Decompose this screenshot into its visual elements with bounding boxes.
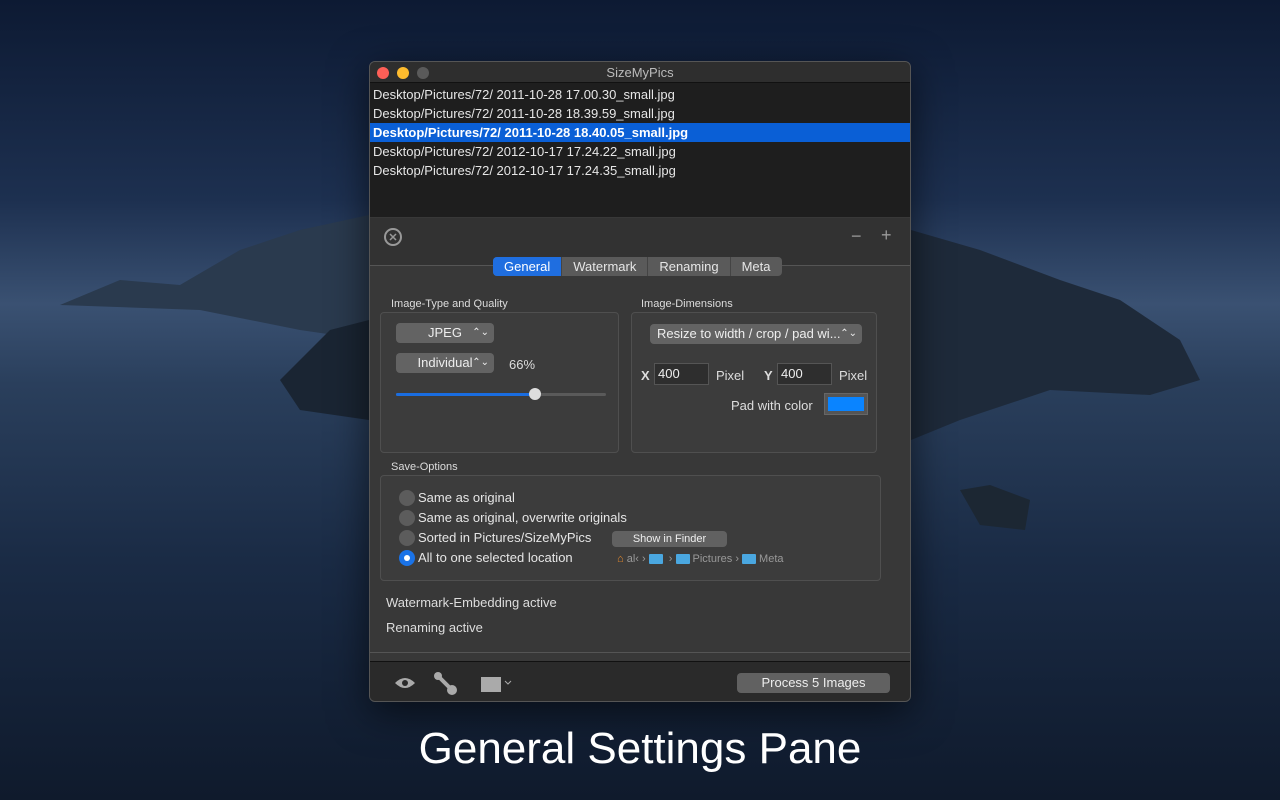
path-control[interactable]: ⌂ al‹ › › Pictures › Meta <box>617 553 784 565</box>
tab-watermark[interactable]: Watermark <box>562 257 649 276</box>
file-row[interactable]: Desktop/Pictures/72/ 2012-10-17 17.24.22… <box>370 142 910 161</box>
y-label: Y <box>764 368 773 383</box>
dimensions-box: Resize to width / crop / pad wi... ⌃⌄ X 4… <box>631 312 877 453</box>
x-label: X <box>641 368 650 383</box>
pad-color-label: Pad with color <box>731 398 813 413</box>
save-options-label: Save-Options <box>391 461 458 473</box>
renaming-status: Renaming active <box>386 620 483 635</box>
quality-percent: 66% <box>509 357 536 372</box>
radio-label: All to one selected location <box>418 550 573 565</box>
file-row[interactable]: Desktop/Pictures/72/ 2011-10-28 17.00.30… <box>370 85 910 104</box>
width-input[interactable]: 400 <box>654 363 709 385</box>
folder-icon <box>742 554 757 565</box>
slider-fill <box>396 393 535 396</box>
preview-eye-icon[interactable] <box>394 675 416 691</box>
path-pictures: Pictures <box>692 553 733 565</box>
file-row[interactable]: Desktop/Pictures/72/ 2012-10-17 17.24.35… <box>370 161 910 180</box>
tab-meta[interactable]: Meta <box>731 257 782 276</box>
updown-icon: ⌃⌄ <box>840 328 857 339</box>
y-unit: Pixel <box>839 368 868 383</box>
close-button[interactable] <box>377 67 389 79</box>
radio-label: Same as original <box>418 490 515 505</box>
app-window: SizeMyPics Desktop/Pictures/72/ 2011-10-… <box>369 61 911 702</box>
x-unit: Pixel <box>716 368 745 383</box>
file-row[interactable]: Desktop/Pictures/72/ 2011-10-28 18.39.59… <box>370 104 910 123</box>
updown-icon: ⌃⌄ <box>472 327 489 338</box>
clear-icon[interactable] <box>382 226 404 248</box>
file-row-selected[interactable]: Desktop/Pictures/72/ 2011-10-28 18.40.05… <box>370 123 910 142</box>
process-button[interactable]: Process 5 Images <box>737 673 890 693</box>
quality-mode-popup[interactable]: Individual ⌃⌄ <box>396 353 494 373</box>
dimensions-label: Image-Dimensions <box>641 298 733 310</box>
quality-mode-value: Individual <box>417 355 473 370</box>
resize-mode-value: Resize to width / crop / pad wi... <box>657 326 841 341</box>
caption: General Settings Pane <box>418 724 862 773</box>
folder-action-icon[interactable] <box>481 675 513 693</box>
folder-icon <box>648 554 663 565</box>
add-button[interactable]: + <box>881 225 892 246</box>
quality-box: JPEG ⌃⌄ Individual ⌃⌄ 66% <box>380 312 619 453</box>
remove-button[interactable]: − <box>851 226 862 247</box>
radio-label: Sorted in Pictures/SizeMyPics <box>418 530 592 545</box>
watermark-status: Watermark-Embedding active <box>386 595 557 610</box>
height-input[interactable]: 400 <box>777 363 832 385</box>
image-type-value: JPEG <box>428 325 462 340</box>
quality-label: Image-Type and Quality <box>391 298 508 310</box>
divider <box>370 652 910 653</box>
window-title: SizeMyPics <box>606 65 674 80</box>
path-meta: Meta <box>759 553 784 565</box>
image-type-popup[interactable]: JPEG ⌃⌄ <box>396 323 494 343</box>
slider-knob[interactable] <box>528 388 541 400</box>
resize-mode-popup[interactable]: Resize to width / crop / pad wi... ⌃⌄ <box>650 324 862 344</box>
zoom-button[interactable] <box>417 67 429 79</box>
folder-icon <box>675 554 690 565</box>
radio-sorted[interactable] <box>399 530 415 546</box>
radio-selected-location[interactable] <box>399 550 415 566</box>
color-swatch <box>828 397 864 411</box>
save-options-box: Same as original Same as original, overw… <box>380 475 881 581</box>
bottom-bar: Process 5 Images <box>370 661 910 701</box>
radio-overwrite[interactable] <box>399 510 415 526</box>
tab-bar: General Watermark Renaming Meta <box>493 257 782 276</box>
radio-label: Same as original, overwrite originals <box>418 510 627 525</box>
wrench-icon[interactable] <box>433 671 459 697</box>
quality-slider[interactable] <box>396 388 606 400</box>
pad-color-well[interactable] <box>824 393 868 415</box>
tab-general[interactable]: General <box>493 257 563 276</box>
title-bar: SizeMyPics <box>370 62 910 83</box>
show-in-finder-button[interactable]: Show in Finder <box>612 531 727 547</box>
tab-renaming[interactable]: Renaming <box>648 257 731 276</box>
updown-icon: ⌃⌄ <box>472 357 489 368</box>
radio-same-as-original[interactable] <box>399 490 415 506</box>
path-home: al‹ <box>626 553 639 565</box>
file-list[interactable]: Desktop/Pictures/72/ 2011-10-28 17.00.30… <box>370 83 910 217</box>
home-icon: ⌂ <box>617 553 624 565</box>
minimize-button[interactable] <box>397 67 409 79</box>
